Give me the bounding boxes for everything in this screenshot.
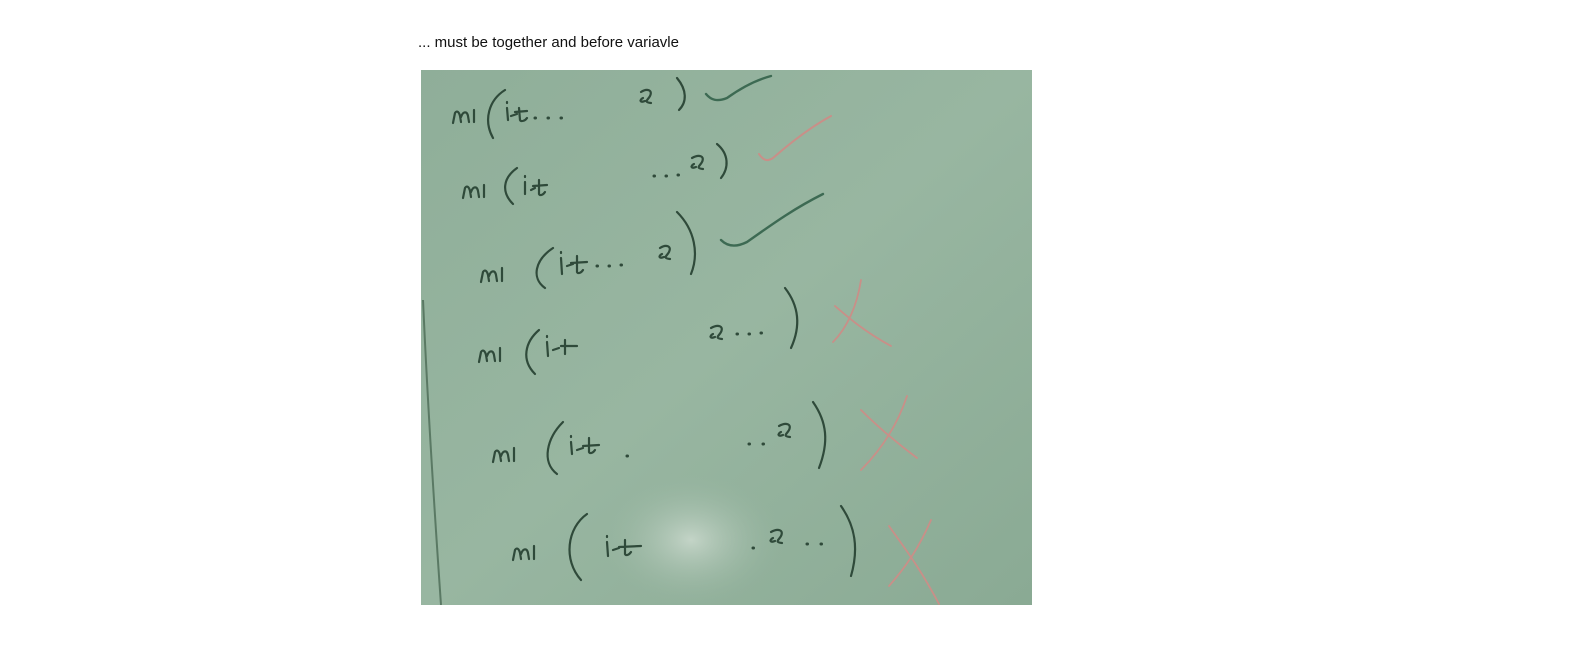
- whiteboard-photo: [421, 70, 1032, 605]
- light-glare: [596, 470, 786, 605]
- caption-text: ... must be together and before variavle: [418, 34, 679, 51]
